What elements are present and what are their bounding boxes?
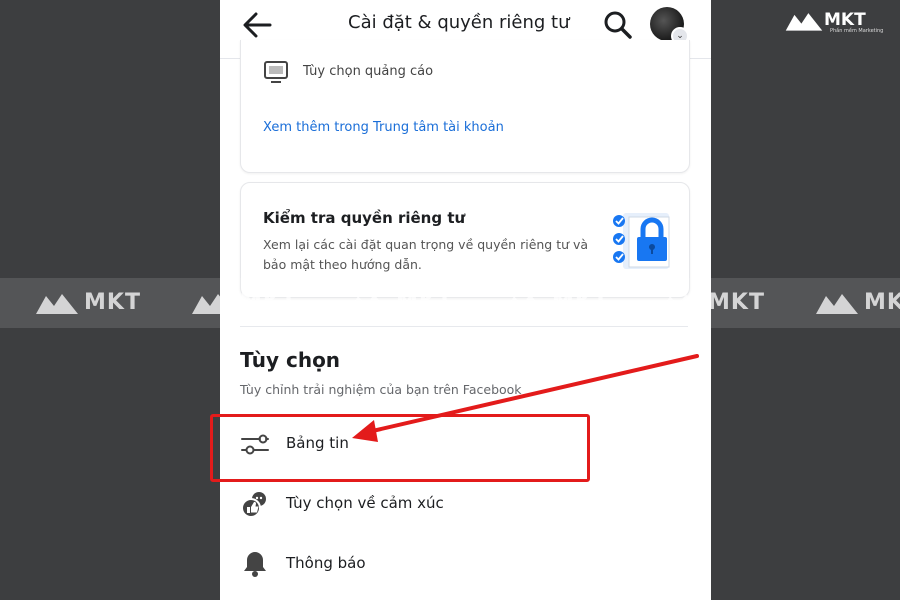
brand-logo-subtext: Phần mềm Marketing: [830, 28, 884, 34]
back-button[interactable]: [240, 10, 276, 40]
preferences-section-subtitle: Tùy chỉnh trải nghiệm của bạn trên Faceb…: [240, 382, 522, 397]
watermark-strip: MKT MKT MKT MKT MKT MKT: [0, 278, 900, 328]
privacy-checkup-title: Kiểm tra quyền riêng tư: [263, 209, 466, 227]
mkt-logo-icon: [36, 294, 78, 314]
ads-card: Tùy chọn quảng cáo Xem thêm trong Trung …: [240, 40, 690, 173]
page-title: Cài đặt & quyền riêng tư: [348, 12, 570, 33]
watermark-logo: MKT: [190, 290, 320, 316]
mkt-logo-icon: [192, 294, 234, 314]
watermark-logo: MKT: [502, 290, 632, 316]
mkt-logo-icon: [816, 294, 858, 314]
watermark-text: MKT: [552, 290, 609, 315]
search-icon: [604, 11, 632, 39]
watermark-logo: MKT: [346, 290, 476, 316]
mkt-logo-icon: [660, 294, 702, 314]
watermark-text: MKT: [864, 290, 900, 315]
bell-icon: [244, 552, 266, 577]
ad-options-item[interactable]: Tùy chọn quảng cáo: [303, 64, 433, 79]
privacy-checkup-description: Xem lại các cài đặt quan trọng về quyền …: [263, 237, 589, 272]
mkt-logo-icon: [785, 13, 823, 31]
menu-item-notifications[interactable]: Thông báo: [220, 536, 711, 590]
menu-item-reaction-preferences[interactable]: Tùy chọn về cảm xúc: [220, 476, 711, 530]
mkt-logo-icon: [348, 294, 390, 314]
brand-logo: MKT Phần mềm Marketing: [784, 8, 894, 36]
search-button[interactable]: [600, 8, 636, 42]
menu-item-label: Thông báo: [286, 554, 366, 572]
reactions-icon: [241, 492, 266, 518]
preferences-section-title: Tùy chọn: [240, 348, 341, 372]
menu-item-label: Tùy chọn về cảm xúc: [286, 494, 444, 512]
ad-screen-icon: [264, 61, 288, 83]
account-center-link[interactable]: Xem thêm trong Trung tâm tài khoản: [263, 120, 504, 135]
arrow-left-icon: [243, 12, 272, 38]
privacy-lock-illustration-icon: [613, 213, 670, 269]
watermark-text: MKT: [396, 290, 453, 315]
watermark-text: MKT: [84, 290, 141, 315]
highlight-annotation-box: [210, 414, 590, 482]
watermark-text: MKT: [708, 290, 765, 315]
watermark-logo: MKT: [814, 290, 900, 316]
brand-logo-text: MKT: [824, 10, 866, 30]
watermark-logo: MKT: [658, 290, 788, 316]
watermark-text: MKT: [240, 290, 297, 315]
watermark-logo: MKT: [34, 290, 164, 316]
mkt-logo-icon: [504, 294, 546, 314]
